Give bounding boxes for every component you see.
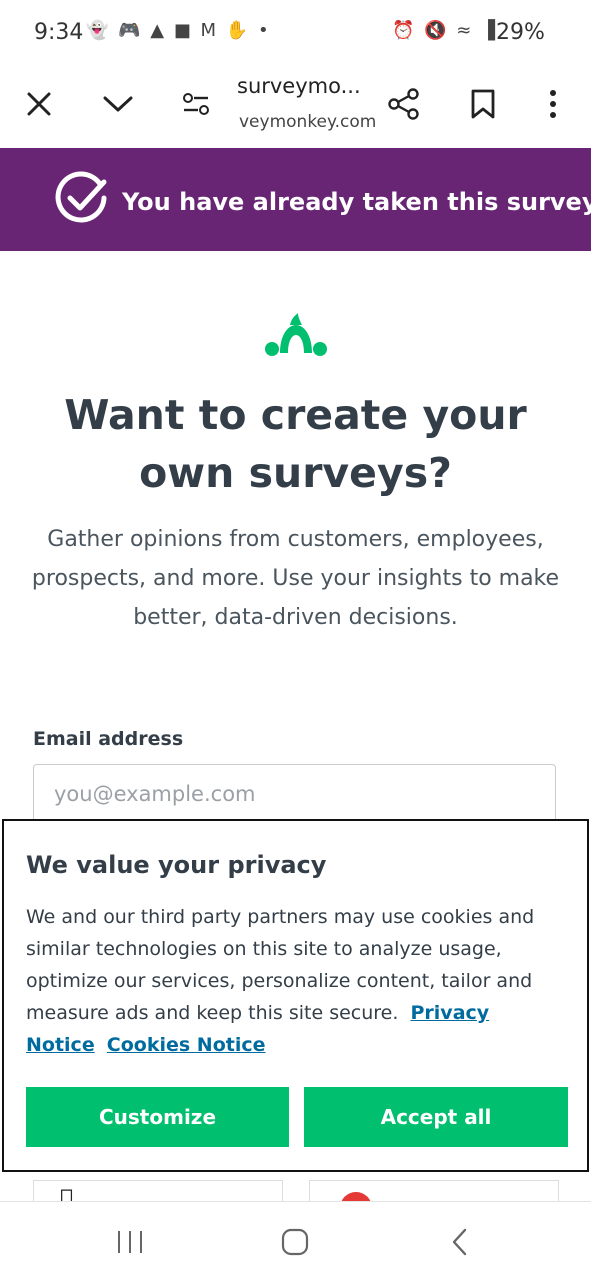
recent-apps-icon[interactable] [108,1222,152,1262]
home-icon[interactable] [273,1222,317,1262]
surveymonkey-logo-icon [262,313,330,365]
email-label: Email address [33,728,184,750]
privacy-body: We and our third party partners may use … [26,901,566,1061]
banner-text: You have already taken this survey [122,188,591,216]
system-status-icons: ⏰ 🔇 ≈ ▐ [392,20,497,41]
privacy-dialog: We value your privacy We and our third p… [2,819,589,1172]
customize-button[interactable]: Customize [26,1087,289,1147]
already-taken-banner: You have already taken this survey [0,148,591,251]
subtext: Gather opinions from customers, employee… [31,527,560,630]
status-bar: 9:34 👻 🎮 ▲ ■ M ✋ • ⏰ 🔇 ≈ ▐ 29% [0,0,591,68]
accept-all-button[interactable]: Accept all [304,1087,568,1147]
privacy-title: We value your privacy [26,851,327,879]
more-vertical-icon[interactable] [531,82,575,126]
bookmark-icon[interactable] [461,82,505,126]
check-circle-icon [54,170,110,230]
notification-icons: 👻 🎮 ▲ ■ M ✋ • [86,20,271,41]
battery-level: 29% [496,20,545,45]
cookies-notice-link[interactable]: Cookies Notice [107,1034,266,1056]
url-domain[interactable]: veymonkey.com [239,112,376,132]
system-nav-bar [0,1201,591,1281]
chevron-down-icon[interactable] [96,82,140,126]
status-time: 9:34 [34,20,84,45]
browser-toolbar: surveymo... veymonkey.com [0,68,591,149]
page-title[interactable]: surveymo... [237,74,361,98]
email-field[interactable] [33,764,556,824]
back-icon[interactable] [438,1222,482,1262]
close-icon[interactable] [17,82,61,126]
page-settings-icon[interactable] [174,82,218,126]
share-icon[interactable] [382,82,426,126]
headline: Want to create your own surveys? [64,391,527,497]
